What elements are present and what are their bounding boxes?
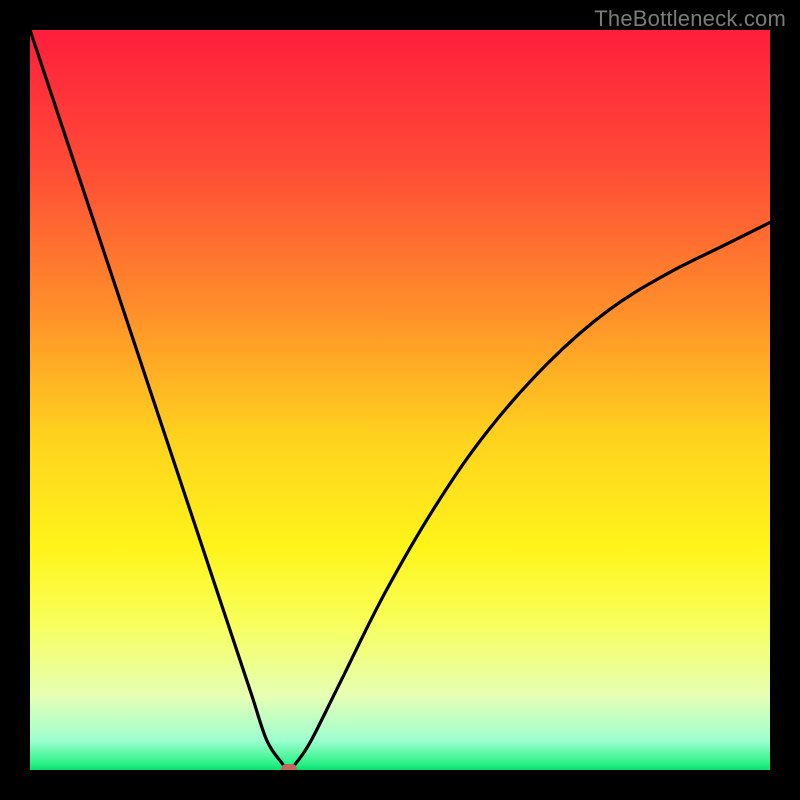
minimum-point-marker <box>281 764 297 770</box>
watermark-text: TheBottleneck.com <box>594 6 786 32</box>
chart-frame: TheBottleneck.com <box>0 0 800 800</box>
bottleneck-curve <box>30 30 770 770</box>
plot-area <box>30 30 770 770</box>
